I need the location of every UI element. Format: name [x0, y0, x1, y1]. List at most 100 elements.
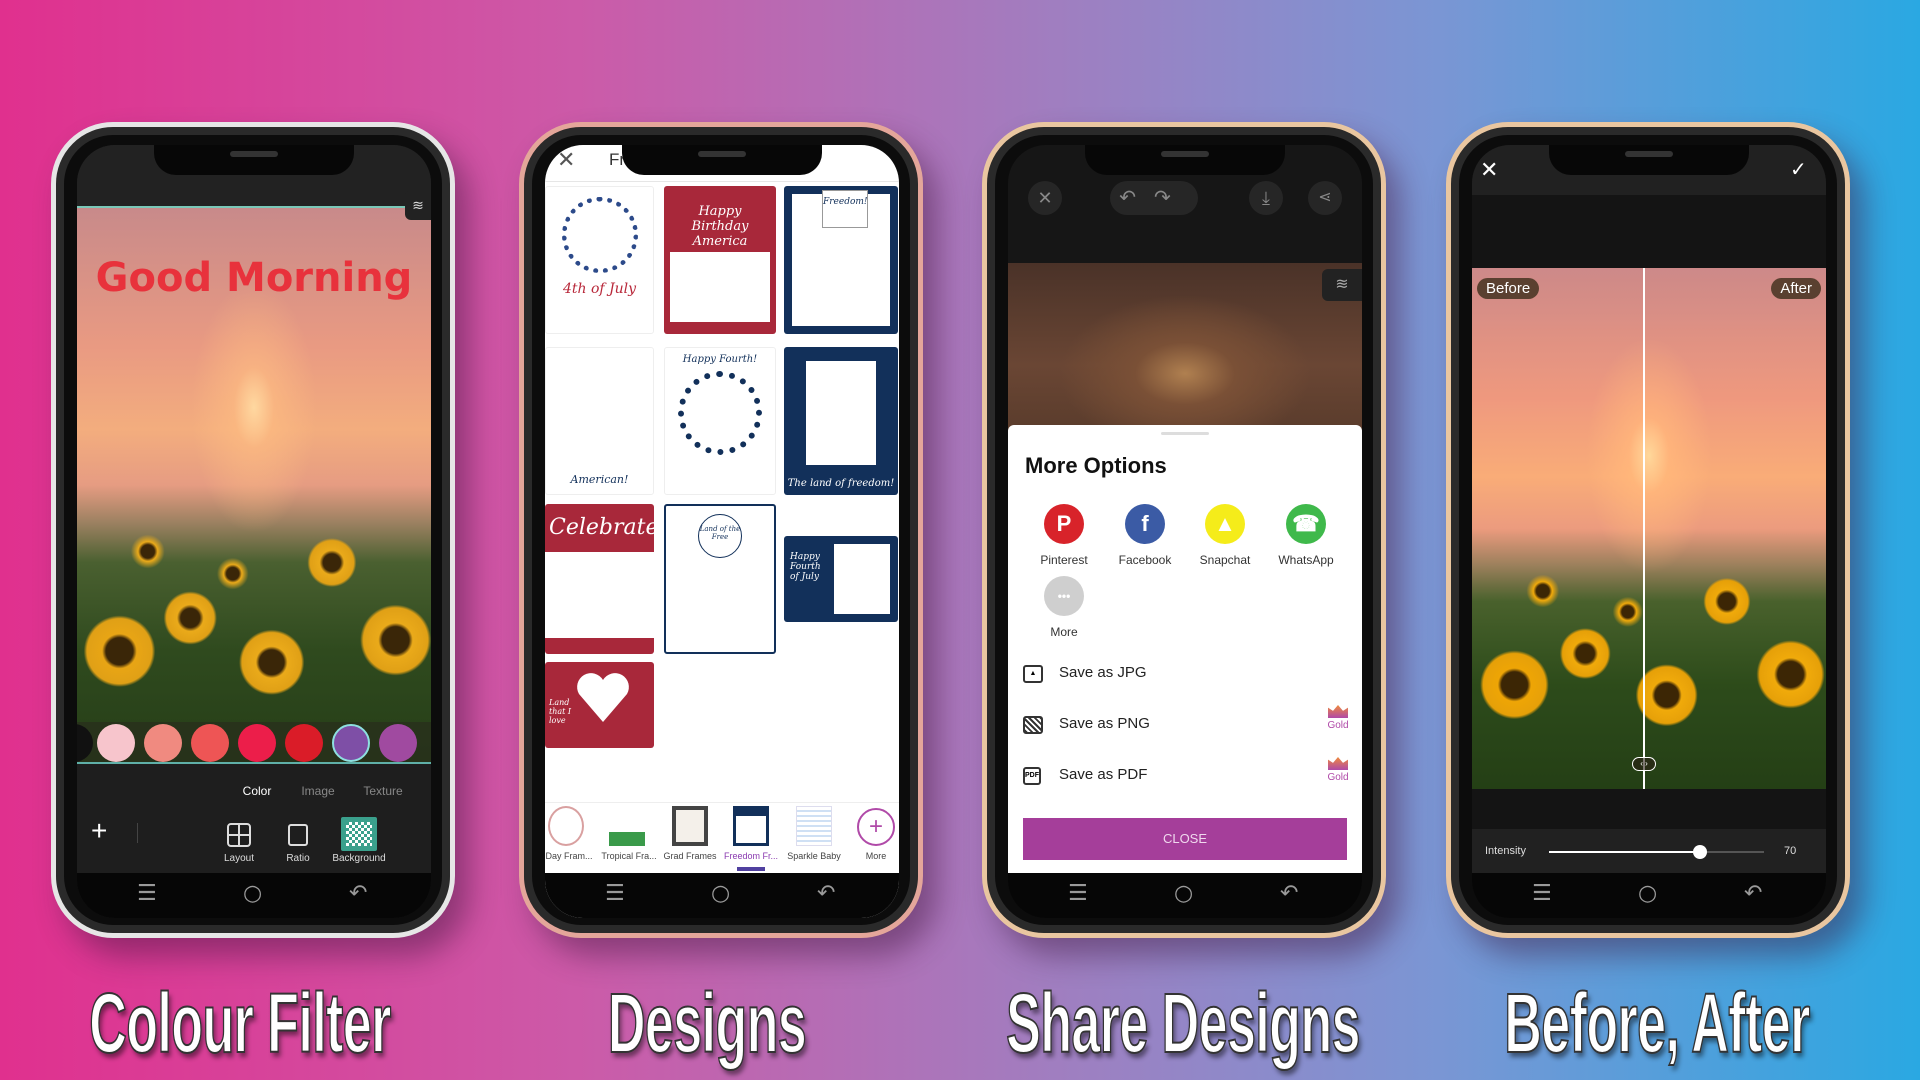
more-options-sheet	[1008, 425, 1362, 875]
color-swatch[interactable]	[77, 724, 93, 762]
close-icon[interactable]: ✕	[1480, 157, 1498, 183]
home-icon[interactable]: ○	[1638, 881, 1657, 906]
design-card[interactable]: The land of freedom!	[784, 347, 898, 495]
intensity-slider-thumb[interactable]	[1692, 845, 1707, 859]
notch	[1085, 145, 1285, 175]
category-thumb[interactable]	[609, 806, 645, 846]
design-card[interactable]: 4th of July	[545, 186, 654, 334]
close-icon[interactable]: ✕	[557, 147, 575, 173]
divider	[545, 181, 899, 182]
menu-icon[interactable]: ☰	[1532, 881, 1552, 906]
design-card[interactable]: Happy Fourth!	[664, 347, 776, 495]
color-swatch[interactable]	[379, 724, 417, 762]
color-swatch[interactable]	[191, 724, 229, 762]
add-icon[interactable]: +	[91, 817, 107, 845]
design-card[interactable]: Land of the Free	[664, 504, 776, 654]
tool-ratio-label[interactable]: Ratio	[273, 853, 323, 864]
home-icon[interactable]: ○	[711, 881, 730, 906]
download-icon[interactable]: ⤓	[1249, 181, 1283, 215]
confirm-check-icon[interactable]: ✓	[1790, 157, 1807, 182]
save-png-option[interactable]: Save as PNG	[1059, 715, 1150, 732]
home-icon[interactable]: ○	[1174, 881, 1193, 906]
phone-before-after: HD Portrait ✕ ✓ ‹ › Before After Intensi…	[1446, 122, 1850, 938]
layers-icon[interactable]: ≋	[405, 190, 431, 220]
category-label[interactable]: Grad Frames	[662, 851, 718, 861]
design-card[interactable]: American!	[545, 347, 654, 495]
back-icon[interactable]: ↶	[1280, 881, 1298, 906]
menu-icon[interactable]: ☰	[1068, 881, 1088, 906]
more-plus-icon[interactable]: +	[857, 808, 895, 846]
category-thumb[interactable]	[796, 806, 832, 846]
whatsapp-icon[interactable]: ☎	[1286, 504, 1326, 544]
design-card[interactable]: Land that I love	[545, 662, 654, 748]
headline-text[interactable]: Good Morning	[77, 255, 431, 301]
undo-icon[interactable]: ↶	[1119, 187, 1154, 209]
close-button[interactable]: CLOSE	[1023, 818, 1347, 860]
share-icon[interactable]: ⋖	[1308, 181, 1342, 215]
drag-handle[interactable]	[1161, 432, 1209, 435]
nav-bar: ☰ ○ ↶	[1008, 873, 1362, 918]
category-strip	[545, 802, 899, 873]
tab-color[interactable]: Color	[237, 784, 277, 798]
color-swatch[interactable]	[238, 724, 276, 762]
snapchat-icon[interactable]: ▲	[1205, 504, 1245, 544]
png-icon	[1023, 716, 1043, 734]
back-icon[interactable]: ↶	[349, 881, 367, 906]
home-icon[interactable]: ○	[243, 881, 262, 906]
caption-colour-filter: Colour Filter	[89, 975, 392, 1071]
menu-icon[interactable]: ☰	[605, 881, 625, 906]
design-card[interactable]: Celebrate	[545, 504, 654, 654]
close-icon[interactable]: ✕	[1028, 181, 1062, 215]
split-divider[interactable]	[1643, 268, 1645, 789]
category-label[interactable]: Sparkle Baby	[786, 851, 842, 861]
share-facebook-label[interactable]: Facebook	[1105, 553, 1185, 567]
category-thumb-selected[interactable]	[733, 806, 769, 846]
ratio-icon[interactable]	[288, 824, 308, 846]
design-card[interactable]: Happy Birthday America	[664, 186, 776, 334]
tool-layout-label[interactable]: Layout	[214, 853, 264, 864]
color-swatch[interactable]	[285, 724, 323, 762]
more-icon[interactable]: •••	[1044, 576, 1084, 616]
share-pinterest-label[interactable]: Pinterest	[1024, 553, 1104, 567]
color-swatch-selected[interactable]	[332, 724, 370, 762]
design-card[interactable]: Happy Fourth of July	[784, 536, 898, 622]
category-label-active[interactable]: Freedom Fr...	[723, 851, 779, 861]
tool-background-label[interactable]: Background	[324, 853, 394, 864]
layers-icon[interactable]: ≋	[1322, 269, 1362, 301]
color-swatch[interactable]	[144, 724, 182, 762]
save-pdf-option[interactable]: Save as PDF	[1059, 766, 1147, 783]
caption-before-after: Before, After	[1504, 975, 1811, 1071]
category-label[interactable]: More	[848, 851, 899, 861]
category-thumb[interactable]	[672, 806, 708, 846]
layout-icon[interactable]	[227, 823, 251, 847]
intensity-slider-track[interactable]	[1549, 845, 1764, 859]
share-snapchat-label[interactable]: Snapchat	[1185, 553, 1265, 567]
screen: ✕ ↶↷ ⤓ ⋖ ≋ More Options P Pinterest f Faceb…	[1008, 145, 1362, 918]
category-thumb[interactable]	[548, 806, 584, 846]
back-icon[interactable]: ↶	[817, 881, 835, 906]
pinterest-icon[interactable]: P	[1044, 504, 1084, 544]
tab-texture[interactable]: Texture	[357, 784, 409, 798]
comparison-photo	[1472, 268, 1826, 789]
redo-icon[interactable]: ↷	[1154, 187, 1189, 209]
gold-badge: Gold	[1325, 757, 1351, 783]
design-card[interactable]: Freedom!	[784, 186, 898, 334]
notch	[622, 145, 822, 175]
color-swatch[interactable]	[97, 724, 135, 762]
nav-bar: ☰ ○ ↶	[1472, 873, 1826, 918]
category-label[interactable]: Day Fram...	[545, 851, 597, 861]
background-icon[interactable]	[341, 817, 377, 851]
share-whatsapp-label[interactable]: WhatsApp	[1266, 553, 1346, 567]
facebook-icon[interactable]: f	[1125, 504, 1165, 544]
divider	[137, 823, 138, 843]
split-handle-icon[interactable]: ‹ ›	[1632, 757, 1656, 771]
screen: ≋ Good Morning Color Image Texture + Lay…	[77, 145, 431, 918]
save-jpg-option[interactable]: Save as JPG	[1059, 664, 1147, 681]
category-label[interactable]: Tropical Fra...	[601, 851, 657, 861]
menu-icon[interactable]: ☰	[137, 881, 157, 906]
intensity-label: Intensity	[1485, 845, 1526, 857]
share-more-label[interactable]: More	[1024, 625, 1104, 639]
nav-bar: ☰ ○ ↶	[545, 873, 899, 918]
tab-image[interactable]: Image	[295, 784, 341, 798]
back-icon[interactable]: ↶	[1744, 881, 1762, 906]
